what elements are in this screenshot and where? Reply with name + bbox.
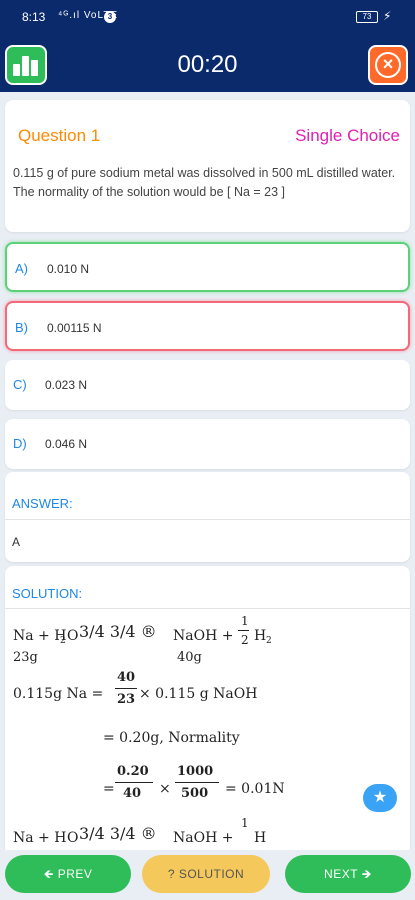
solution-title: SOLUTION: (12, 586, 83, 601)
bookmark-star-icon[interactable]: ★ (363, 784, 397, 812)
option-b[interactable]: B) 0.00115 N (5, 301, 410, 351)
sol-line1-h: H (254, 628, 267, 644)
option-value: 0.010 N (47, 262, 90, 276)
answer-card: ANSWER: A (5, 472, 410, 562)
fraction-bar (115, 688, 137, 689)
solution-label: ? SOLUTION (167, 867, 245, 881)
divider (5, 519, 410, 520)
sol-line2-lhs: 0.115g Na = (13, 686, 104, 702)
option-value: 0.046 N (45, 437, 88, 451)
sol-half-den: 2 (241, 633, 249, 647)
charging-icon: ⚡ (383, 9, 392, 23)
status-time: 8:13 (22, 10, 46, 24)
sol-sub: 2 (60, 636, 66, 646)
option-d[interactable]: D) 0.046 N (5, 419, 410, 469)
answer-title: ANSWER: (12, 496, 73, 511)
solution-button[interactable]: ? SOLUTION (142, 855, 270, 893)
app-bar: 00:20 × (0, 34, 415, 92)
battery-icon: 73 (356, 11, 378, 23)
option-value: 0.023 N (45, 378, 88, 392)
footer-nav: 🡸 PREV ? SOLUTION NEXT 🡺 (0, 850, 415, 900)
question-type: Single Choice (295, 126, 400, 145)
option-c[interactable]: C) 0.023 N (5, 360, 410, 410)
sol-line2-num: 40 (117, 670, 136, 685)
close-icon: × (375, 52, 401, 78)
sol-line1-frac: 3/4 3/4 ® (79, 824, 157, 843)
question-text: 0.115 g of pure sodium metal was dissolv… (13, 166, 396, 199)
next-button[interactable]: NEXT 🡺 (285, 855, 411, 893)
sol-line4-x: × (159, 781, 171, 797)
sol-line1-h: H (254, 830, 267, 846)
back-arrow-icon: 🡸 (43, 867, 58, 881)
question-number: Question 1 (18, 126, 101, 145)
question-content[interactable]: Question 1 Single Choice 0.115 g of pure… (0, 92, 415, 850)
prev-button[interactable]: 🡸 PREV (5, 855, 131, 893)
option-letter: D) (13, 436, 27, 451)
sol-line2-den: 23 (117, 692, 136, 707)
option-value: 0.00115 N (47, 321, 102, 335)
option-letter: B) (15, 320, 28, 335)
sol-sub: 2 (266, 636, 272, 646)
sol-line3: = 0.20g, Normality (103, 730, 240, 746)
status-bar: 8:13 ⁴ᴳ.ıl VoLTE 3 73 ⚡ (0, 0, 415, 34)
answer-value: A (12, 535, 21, 549)
sol-line4-den1: 40 (123, 786, 142, 801)
sol-line4-den2: 500 (181, 786, 209, 801)
sol-under-na: 23g (13, 650, 38, 665)
sol-line4-num1: 0.20 (117, 764, 149, 779)
fraction-bar (115, 782, 153, 783)
next-label: NEXT (324, 867, 358, 881)
option-letter: C) (13, 377, 27, 392)
sol-line1-lhs: Na + H (13, 830, 67, 846)
notification-badge: 3 (104, 11, 116, 23)
option-letter: A) (15, 261, 28, 276)
prev-label: PREV (57, 867, 93, 881)
forward-arrow-icon: 🡺 (361, 867, 372, 881)
fraction-bar (238, 630, 249, 631)
sol-under-naoh: 40g (177, 650, 202, 665)
sol-half-num: 1 (241, 816, 249, 830)
sol-line2-rhs: × 0.115 g NaOH (139, 686, 258, 702)
sol-line1-mid: O (67, 628, 79, 644)
sol-line1-rhs: NaOH + (173, 628, 234, 644)
quiz-timer: 00:20 (177, 51, 238, 78)
solution-card: SOLUTION: Na + H 2 O 3/4 3/4 ® NaOH + 1 … (5, 566, 410, 850)
sol-line1-frac: 3/4 3/4 ® (79, 622, 157, 641)
divider (5, 608, 410, 609)
sol-line4-eq: = (103, 781, 115, 797)
sol-line4-res: = 0.01N (225, 781, 285, 797)
question-card: Question 1 Single Choice 0.115 g of pure… (5, 100, 410, 232)
sol-line1-mid: O (67, 830, 79, 846)
sol-line1-lhs: Na + H (13, 628, 67, 644)
sol-line4-num2: 1000 (177, 764, 214, 779)
fraction-bar (175, 782, 219, 783)
sol-line1-rhs: NaOH + (173, 830, 234, 846)
sol-half-num: 1 (241, 614, 249, 628)
close-button[interactable]: × (368, 45, 408, 85)
option-a[interactable]: A) 0.010 N (5, 242, 410, 292)
